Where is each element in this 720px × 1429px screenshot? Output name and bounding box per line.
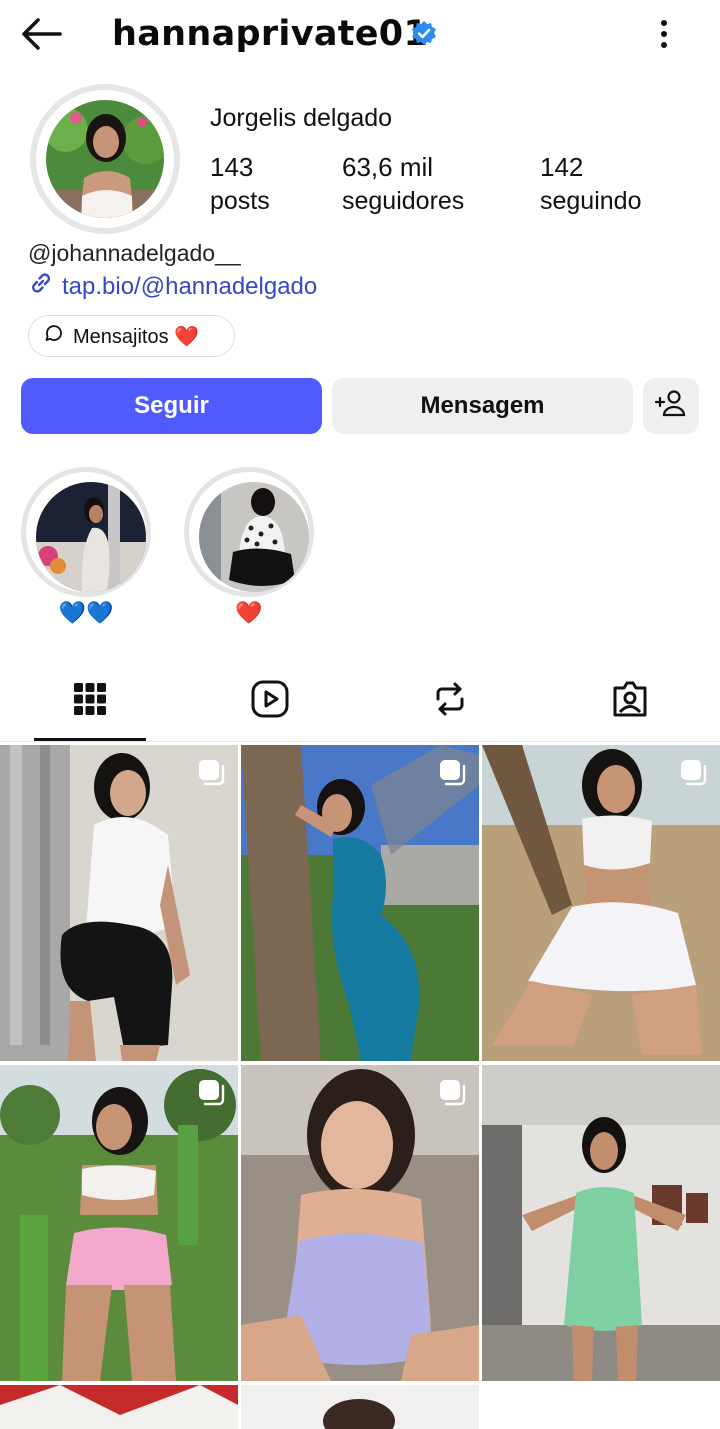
following-stat[interactable]: 142 seguindo (540, 150, 641, 218)
following-count: 142 (540, 152, 584, 182)
chat-chip-label: Mensajitos ❤️ (73, 325, 200, 348)
profile-full-name: Jorgelis delgado (210, 104, 393, 132)
avatar-photo (46, 100, 164, 218)
grid-icon (73, 682, 107, 721)
following-label: seguindo (540, 187, 642, 215)
reposts-icon (430, 679, 470, 724)
posts-stat: 143 posts (210, 150, 270, 218)
post-thumbnail[interactable] (0, 745, 238, 1061)
highlight-2-cover (199, 482, 309, 592)
highlight-1-label: 💙💙 (58, 600, 114, 625)
tab-posts[interactable] (0, 660, 180, 742)
broadcast-chat-chip[interactable]: Mensajitos ❤️ (28, 315, 235, 357)
profile-avatar[interactable] (30, 84, 180, 234)
posts-label: posts (210, 187, 270, 215)
post-thumbnail[interactable] (482, 1065, 720, 1381)
highlight-2-label: ❤️ (235, 600, 263, 625)
threads-handle[interactable]: @johannadelgado__ (28, 240, 241, 267)
profile-tabs (0, 660, 720, 742)
multi-post-icon (437, 757, 467, 787)
reels-icon (250, 679, 290, 724)
followers-stat[interactable]: 63,6 mil seguidores (342, 150, 464, 218)
post-thumbnail[interactable] (241, 1065, 479, 1381)
multi-post-icon (196, 1077, 226, 1107)
multi-post-icon (196, 757, 226, 787)
active-tab-indicator (34, 738, 146, 741)
highlight-1-cover (36, 482, 146, 592)
add-user-button[interactable] (643, 378, 699, 434)
post-thumbnail[interactable] (241, 745, 479, 1061)
followers-label: seguidores (342, 187, 465, 215)
top-bar: hannaprivate01 (0, 0, 720, 70)
arrow-left-icon[interactable] (18, 14, 66, 54)
verified-badge-icon (410, 20, 438, 48)
more-vertical-icon[interactable] (648, 14, 680, 54)
tagged-icon (610, 679, 650, 724)
bio-link[interactable]: tap.bio/@hannadelgado (28, 270, 317, 303)
posts-count: 143 (210, 152, 254, 182)
post-thumbnail[interactable] (0, 1065, 238, 1381)
person-add-icon (654, 388, 688, 425)
followers-count: 63,6 mil (342, 152, 434, 182)
message-button[interactable]: Mensagem (332, 378, 633, 434)
tab-reels[interactable] (180, 660, 360, 742)
chat-icon (43, 322, 65, 350)
post-thumbnail[interactable] (241, 1385, 479, 1429)
multi-post-icon (437, 1077, 467, 1107)
link-icon (28, 270, 54, 303)
profile-username: hannaprivate01 (112, 14, 429, 54)
multi-post-icon (678, 757, 708, 787)
post-thumbnail[interactable] (0, 1385, 238, 1429)
highlight-2[interactable] (184, 467, 314, 597)
tab-reposts[interactable] (360, 660, 540, 742)
highlight-1[interactable] (21, 467, 151, 597)
bio-link-text: tap.bio/@hannadelgado (62, 272, 318, 300)
follow-button[interactable]: Seguir (21, 378, 322, 434)
tab-tagged[interactable] (540, 660, 720, 742)
post-thumbnail[interactable] (482, 745, 720, 1061)
